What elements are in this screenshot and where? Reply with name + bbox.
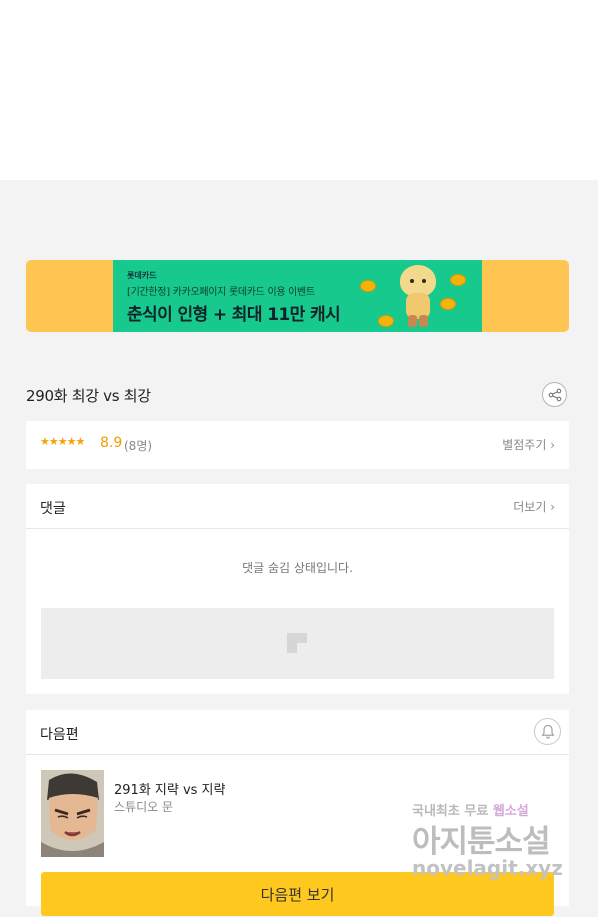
comments-hidden-message: 댓글 숨김 상태입니다.	[242, 561, 353, 575]
next-episode-header: 다음편	[26, 710, 569, 755]
watermark: 국내최초 무료 웹소설 아지툰소설 novelagit.xyz	[412, 800, 582, 890]
rating-score: 8.9	[100, 435, 123, 451]
comments-more-link[interactable]: 더보기 ›	[513, 498, 555, 515]
watermark-site-name: 아지툰소설	[412, 824, 551, 860]
promo-banner[interactable]: 롯데카드 [기간한정] 카카오페이지 롯데카드 이용 이벤트 춘식이 인형 + …	[26, 260, 569, 332]
placeholder-logo-icon	[287, 633, 307, 653]
next-episode-author: 스튜디오 문	[114, 800, 174, 814]
comments-card: 댓글 더보기 › 댓글 숨김 상태입니다.	[26, 484, 569, 694]
comments-title: 댓글	[40, 501, 66, 517]
banner-headline: 춘식이 인형 + 최대 11만 캐시	[127, 305, 341, 325]
coin-icon	[378, 315, 394, 327]
banner-subtitle: [기간한정] 카카오페이지 롯데카드 이용 이벤트	[127, 287, 315, 298]
banner-brand: 롯데카드	[127, 271, 157, 280]
share-button[interactable]	[542, 382, 567, 407]
next-episode-title[interactable]: 291화 지략 vs 지략	[114, 779, 225, 798]
watermark-url: novelagit.xyz	[412, 856, 563, 880]
rate-button[interactable]: 별점주기 ›	[502, 436, 555, 453]
coin-icon	[360, 280, 376, 292]
bell-icon	[541, 724, 555, 739]
episode-title: 290화 최강 vs 최강	[26, 387, 151, 405]
notification-button[interactable]	[534, 718, 561, 745]
share-icon	[548, 388, 562, 402]
rating-stars: ★★★★★	[40, 435, 85, 448]
ad-placeholder	[41, 608, 554, 679]
promo-banner-content: 롯데카드 [기간한정] 카카오페이지 롯데카드 이용 이벤트 춘식이 인형 + …	[113, 260, 482, 332]
top-blank-area	[0, 0, 598, 180]
next-episode-thumbnail[interactable]	[41, 770, 104, 857]
rating-count: (8명)	[124, 439, 153, 453]
coin-icon	[440, 298, 456, 310]
character-doll-illustration	[398, 265, 438, 327]
coin-icon	[450, 274, 466, 286]
rating-card: ★★★★★ 8.9 (8명) 별점주기 ›	[26, 421, 569, 469]
next-episode-section-title: 다음편	[40, 727, 79, 743]
comments-header: 댓글 더보기 ›	[26, 484, 569, 529]
